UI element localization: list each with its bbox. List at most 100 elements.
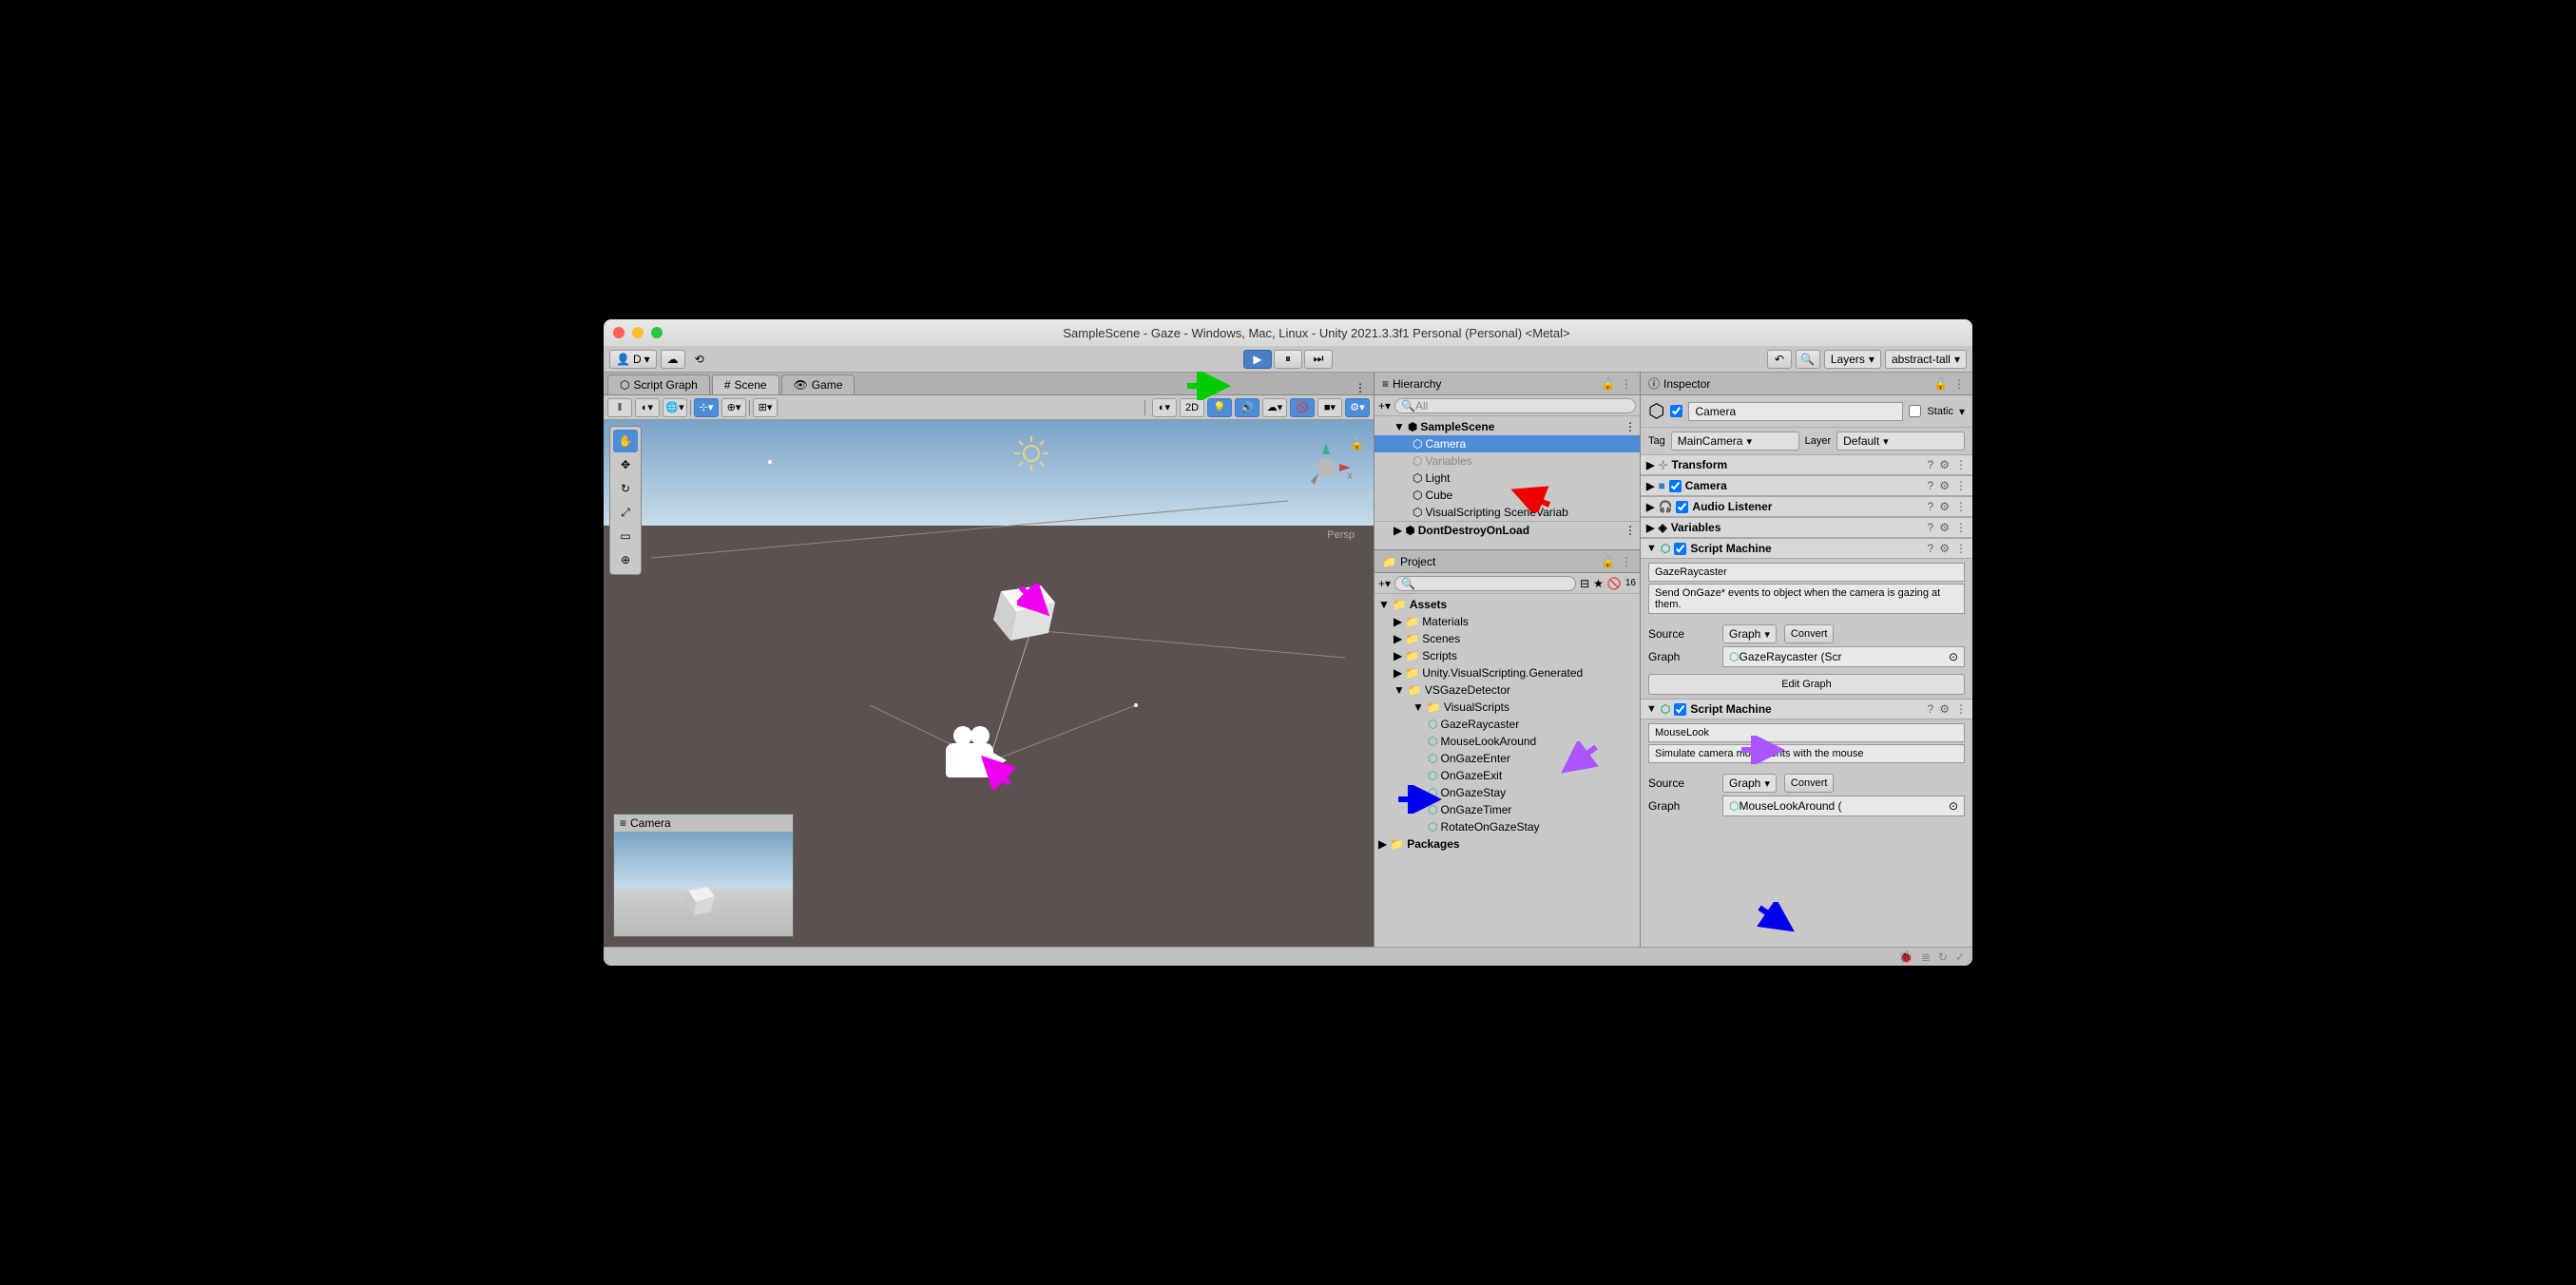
- tag-dropdown[interactable]: MainCamera▾: [1671, 432, 1799, 451]
- search-icon: 🔍: [1800, 353, 1815, 366]
- scene-visibility-dropdown[interactable]: ◐▾: [1152, 398, 1177, 417]
- bug-icon[interactable]: 🐞: [1899, 950, 1913, 964]
- lock-icon[interactable]: 🔓: [1933, 377, 1948, 391]
- favorite-icon[interactable]: ★: [1593, 577, 1604, 590]
- scene-viewport[interactable]: ✋ ✥ ↻ ⤢ ▭ ⊕ x: [604, 420, 1374, 947]
- object-picker-icon[interactable]: ⊙: [1949, 650, 1958, 663]
- grid-snap-dropdown[interactable]: ⊞▾: [753, 398, 778, 417]
- undo-history-button[interactable]: ⟲: [689, 350, 710, 369]
- project-scripts[interactable]: ▶ 📁 Scripts: [1375, 647, 1640, 664]
- static-checkbox[interactable]: [1909, 405, 1921, 417]
- tab-script-graph[interactable]: ⬡ Script Graph: [607, 374, 710, 394]
- close-window-button[interactable]: [613, 327, 625, 338]
- lock-icon[interactable]: 🔓: [1601, 377, 1615, 391]
- camera-settings-dropdown[interactable]: ■▾: [1317, 398, 1342, 417]
- move-tool[interactable]: ✥: [613, 453, 638, 476]
- scene-toolbar: ‖ ◐▾ 🌐▾ ⊹▾ ⊕▾ ⊞▾ ◐▾ 2D 💡 🔊 ☁▾ 🚫 ■▾ ⚙▾: [604, 395, 1374, 420]
- sm1-name-field[interactable]: [1648, 563, 1965, 582]
- scale-tool[interactable]: ⤢: [613, 501, 638, 524]
- filter-icon[interactable]: ⊟: [1580, 577, 1589, 590]
- lock-icon[interactable]: 🔓: [1601, 555, 1615, 568]
- panel-menu-icon[interactable]: ⋮: [1621, 555, 1632, 568]
- hierarchy-camera[interactable]: ⬡ Camera: [1375, 435, 1640, 452]
- layer-dropdown[interactable]: Default▾: [1836, 432, 1965, 451]
- component-script-machine-1[interactable]: ▼ ⬡ Script Machine?⚙⋮: [1641, 538, 1972, 559]
- maximize-window-button[interactable]: [651, 327, 663, 338]
- component-camera[interactable]: ▶ ■ Camera?⚙⋮: [1641, 475, 1972, 496]
- hierarchy-scene[interactable]: ▼ ⬢ SampleScene⋮: [1375, 418, 1640, 435]
- project-visualscripts[interactable]: ▼ 📁 VisualScripts: [1375, 699, 1640, 716]
- hidden-objects-toggle[interactable]: 🚫: [1290, 398, 1315, 417]
- play-button[interactable]: ▶: [1243, 350, 1272, 369]
- tab-menu-icon[interactable]: ⋮: [1347, 381, 1374, 394]
- project-unity-vs-gen[interactable]: ▶ 📁 Unity.VisualScripting.Generated: [1375, 664, 1640, 681]
- active-checkbox[interactable]: [1670, 405, 1682, 417]
- sm1-desc-field[interactable]: Send OnGaze* events to object when the c…: [1648, 584, 1965, 614]
- project-materials[interactable]: ▶ 📁 Materials: [1375, 613, 1640, 630]
- panel-menu-icon[interactable]: ⋮: [1621, 377, 1632, 391]
- project-rotateongazestay[interactable]: ⬡ RotateOnGazeStay: [1375, 818, 1640, 835]
- object-name-field[interactable]: [1688, 402, 1903, 421]
- cloud-button[interactable]: ☁: [661, 350, 685, 369]
- 2d-toggle[interactable]: 2D: [1180, 398, 1204, 417]
- draw-mode-dropdown[interactable]: 🌐▾: [663, 398, 687, 417]
- shading-mode-dropdown[interactable]: ◐▾: [635, 398, 660, 417]
- project-scenes[interactable]: ▶ 📁 Scenes: [1375, 630, 1640, 647]
- sm1-convert-button[interactable]: Convert: [1784, 624, 1835, 643]
- transform-tool[interactable]: ⊕: [613, 548, 638, 571]
- account-dropdown[interactable]: 👤 D ▾: [609, 350, 657, 369]
- panel-menu-icon[interactable]: ⋮: [1953, 377, 1965, 391]
- component-script-machine-2[interactable]: ▼ ⬡ Script Machine?⚙⋮: [1641, 699, 1972, 719]
- tab-game[interactable]: 👁 Game: [781, 374, 855, 394]
- hierarchy-dontdestroy[interactable]: ▶ ⬢ DontDestroyOnLoad⋮: [1375, 521, 1640, 539]
- tab-scene[interactable]: # Scene: [712, 374, 779, 394]
- add-button[interactable]: +▾: [1378, 399, 1391, 412]
- project-assets[interactable]: ▼ 📁 Assets: [1375, 596, 1640, 613]
- sm2-name-field[interactable]: [1648, 723, 1965, 742]
- rotate-tool[interactable]: ↻: [613, 477, 638, 500]
- autosave-icon[interactable]: ↻: [1938, 950, 1948, 964]
- search-button[interactable]: 🔍: [1796, 350, 1820, 369]
- step-button[interactable]: ⏭: [1304, 350, 1333, 369]
- pivot-mode-button[interactable]: ⊹▾: [694, 398, 719, 417]
- lighting-toggle[interactable]: 💡: [1207, 398, 1232, 417]
- sm1-graph-field[interactable]: ⬡GazeRaycaster (Scr ⊙: [1722, 646, 1965, 667]
- rect-tool[interactable]: ▭: [613, 525, 638, 547]
- project-vsgazedetector[interactable]: ▼ 📁 VSGazeDetector: [1375, 681, 1640, 699]
- item-menu-icon[interactable]: ⋮: [1624, 524, 1636, 537]
- object-picker-icon[interactable]: ⊙: [1949, 799, 1958, 813]
- minimize-window-button[interactable]: [632, 327, 644, 338]
- layout-dropdown[interactable]: abstract-tall ▾: [1885, 350, 1967, 369]
- gizmos-dropdown[interactable]: ⚙▾: [1345, 398, 1370, 417]
- lock-icon[interactable]: 🔒: [1350, 437, 1364, 451]
- hierarchy-variables[interactable]: ⬡ Variables: [1375, 452, 1640, 470]
- item-menu-icon[interactable]: ⋮: [1624, 420, 1636, 433]
- hand-tool[interactable]: ✋: [613, 430, 638, 452]
- sm1-edit-graph-button[interactable]: Edit Graph: [1648, 674, 1965, 695]
- sm2-graph-field[interactable]: ⬡MouseLookAround ( ⊙: [1722, 796, 1965, 816]
- project-search[interactable]: 🔍: [1394, 576, 1576, 591]
- handle-rotation-button[interactable]: ⊕▾: [721, 398, 746, 417]
- layers-dropdown[interactable]: Layers ▾: [1824, 350, 1881, 369]
- hierarchy-search[interactable]: 🔍 All: [1394, 398, 1636, 413]
- add-button[interactable]: +▾: [1378, 577, 1391, 590]
- component-transform[interactable]: ▶ ⊹ Transform?⚙⋮: [1641, 454, 1972, 475]
- audio-toggle[interactable]: 🔊: [1235, 398, 1259, 417]
- inspector-icon: ⓘ: [1648, 375, 1660, 392]
- chevron-down-icon[interactable]: ▾: [1959, 405, 1965, 418]
- orientation-gizmo[interactable]: x: [1298, 439, 1355, 496]
- project-gazeraycaster[interactable]: ⬡ GazeRaycaster: [1375, 716, 1640, 733]
- sm2-desc-field[interactable]: Simulate camera movements with the mouse: [1648, 744, 1965, 763]
- sun-light-gizmo[interactable]: [1012, 434, 1050, 472]
- sm2-source-dropdown[interactable]: Graph ▾: [1722, 774, 1777, 793]
- effects-dropdown[interactable]: ☁▾: [1262, 398, 1287, 417]
- project-packages[interactable]: ▶ 📁 Packages: [1375, 835, 1640, 853]
- layers-icon[interactable]: ≣: [1921, 950, 1931, 964]
- sm2-convert-button[interactable]: Convert: [1784, 774, 1835, 793]
- component-audio[interactable]: ▶ 🎧 Audio Listener?⚙⋮: [1641, 496, 1972, 517]
- pause-button[interactable]: ⏸: [1274, 350, 1302, 369]
- sm1-source-dropdown[interactable]: Graph ▾: [1722, 624, 1777, 643]
- component-variables[interactable]: ▶ ◈ Variables?⚙⋮: [1641, 517, 1972, 538]
- history-button[interactable]: ↶: [1767, 350, 1792, 369]
- hidden-icon[interactable]: 🚫: [1607, 577, 1622, 590]
